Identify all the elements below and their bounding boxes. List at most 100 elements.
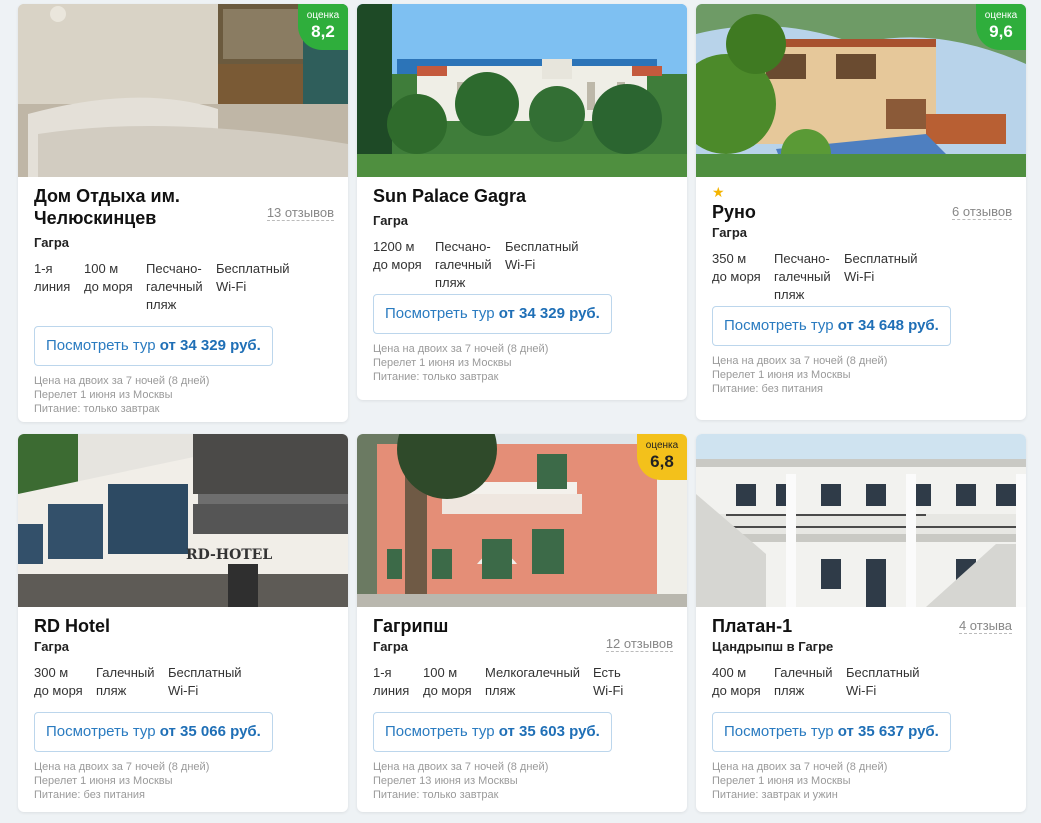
view-tour-button[interactable]: Посмотреть тур от 34 329 руб. — [34, 326, 273, 366]
feature-item: Бесплатный Wi-Fi — [168, 665, 242, 698]
hotel-card[interactable]: Sun Palace Gagra Гагра 1200 м до моря Пе… — [357, 4, 687, 400]
note-line: Цена на двоих за 7 ночей (8 дней) — [373, 761, 549, 773]
view-tour-button[interactable]: Посмотреть тур от 35 066 руб. — [34, 712, 273, 752]
feature-item: 100 м до моря — [423, 665, 472, 698]
view-tour-button[interactable]: Посмотреть тур от 34 329 руб. — [373, 294, 612, 334]
star-icon: ★ — [712, 184, 725, 200]
hotel-name[interactable]: Гагрипш — [373, 615, 588, 637]
feature-item: 1-я линия — [373, 665, 410, 698]
feature-item: Бесплатный Wi-Fi — [846, 665, 920, 698]
view-tour-button[interactable]: Посмотреть тур от 34 648 руб. — [712, 306, 951, 346]
rating-badge: оценка 8,2 — [298, 4, 348, 50]
hotel-card[interactable]: RD-HOTEL RD Hotel Гагра 300 м до моря Га… — [18, 434, 348, 812]
view-tour-label: Посмотреть тур — [385, 723, 495, 740]
rating-badge: оценка 6,8 — [637, 434, 687, 480]
hotel-city: Гагра — [712, 225, 748, 240]
feature-list: 300 м до моря Галечный пляж Бесплатный W… — [34, 664, 334, 700]
note-line: Перелет 1 июня из Москвы — [712, 775, 851, 787]
view-tour-button[interactable]: Посмотреть тур от 35 603 руб. — [373, 712, 612, 752]
feature-item: 400 м до моря — [712, 665, 761, 698]
feature-item: Мелкогалечный пляж — [485, 665, 581, 698]
tour-notes: Цена на двоих за 7 ночей (8 дней) Переле… — [373, 342, 673, 384]
note-line: Цена на двоих за 7 ночей (8 дней) — [34, 761, 210, 773]
feature-item: Есть Wi-Fi — [593, 665, 624, 698]
view-tour-label: Посмотреть тур — [46, 723, 156, 740]
feature-list: 1-я линия 100 м до моря Мелкогалечный пл… — [373, 664, 673, 700]
note-line: Цена на двоих за 7 ночей (8 дней) — [34, 375, 210, 387]
hotel-city: Цандрыпш в Гагре — [712, 639, 834, 654]
note-line: Перелет 1 июня из Москвы — [34, 775, 173, 787]
view-tour-label: Посмотреть тур — [385, 305, 495, 322]
note-line: Питание: только завтрак — [34, 403, 160, 415]
reviews-link[interactable]: 6 отзывов — [952, 204, 1012, 220]
tour-notes: Цена на двоих за 7 ночей (8 дней) Переле… — [712, 760, 1012, 802]
note-line: Питание: без питания — [712, 383, 823, 395]
tour-price: от 35 066 руб. — [159, 723, 261, 740]
hotel-card[interactable]: Платан-1 4 отзыва Цандрыпш в Гагре 400 м… — [696, 434, 1026, 812]
rating-label: оценка — [306, 10, 340, 21]
feature-list: 400 м до моря Галечный пляж Бесплатный W… — [712, 664, 1012, 700]
reviews-link[interactable]: 12 отзывов — [605, 636, 673, 652]
rating-label: оценка — [645, 440, 679, 451]
tour-notes: Цена на двоих за 7 ночей (8 дней) Переле… — [373, 760, 673, 802]
note-line: Питание: без питания — [34, 789, 145, 801]
hotel-card[interactable]: оценка 6,8 Гагрипш 12 отзывов Гагра 1-я … — [357, 434, 687, 812]
reviews-link[interactable]: 13 отзывов — [266, 205, 334, 221]
note-line: Питание: завтрак и ужин — [712, 789, 838, 801]
feature-item: Песчано-галечный пляж — [146, 261, 203, 312]
note-line: Питание: только завтрак — [373, 371, 499, 383]
note-line: Питание: только завтрак — [373, 789, 499, 801]
tour-price: от 35 603 руб. — [498, 723, 600, 740]
tour-price: от 35 637 руб. — [837, 723, 939, 740]
note-line: Перелет 1 июня из Москвы — [712, 369, 851, 381]
hotel-name[interactable]: Sun Palace Gagra — [373, 185, 588, 207]
rating-value: 9,6 — [989, 22, 1013, 41]
view-tour-label: Посмотреть тур — [724, 723, 834, 740]
hotel-name[interactable]: Руно — [712, 201, 927, 223]
rating-value: 8,2 — [311, 22, 335, 41]
hotel-card[interactable]: оценка 8,2 Дом Отдыха им. Челюскинцев 13… — [18, 4, 348, 422]
tour-notes: Цена на двоих за 7 ночей (8 дней) Переле… — [34, 760, 334, 802]
note-line: Цена на двоих за 7 ночей (8 дней) — [712, 761, 888, 773]
tour-notes: Цена на двоих за 7 ночей (8 дней) Переле… — [712, 354, 1012, 396]
feature-list: 1-я линия 100 м до моря Песчано-галечный… — [34, 260, 334, 314]
reviews-link[interactable]: 4 отзыва — [958, 618, 1012, 634]
note-line: Цена на двоих за 7 ночей (8 дней) — [712, 355, 888, 367]
hotel-city: Гагра — [373, 213, 409, 228]
feature-item: 350 м до моря — [712, 251, 761, 284]
rating-label: оценка — [984, 10, 1018, 21]
feature-item: Бесплатный Wi-Fi — [505, 239, 579, 272]
feature-item: 1-я линия — [34, 261, 71, 294]
hotel-photo[interactable]: RD-HOTEL — [18, 434, 348, 607]
hotel-photo[interactable] — [696, 434, 1026, 607]
hotel-photo[interactable] — [357, 4, 687, 177]
note-line: Цена на двоих за 7 ночей (8 дней) — [373, 343, 549, 355]
tour-price: от 34 329 руб. — [498, 305, 600, 322]
feature-list: 350 м до моря Песчано-галечный пляж Бесп… — [712, 250, 1012, 304]
note-line: Перелет 13 июня из Москвы — [373, 775, 518, 787]
hotel-name[interactable]: Платан-1 — [712, 615, 927, 637]
view-tour-button[interactable]: Посмотреть тур от 35 637 руб. — [712, 712, 951, 752]
view-tour-label: Посмотреть тур — [724, 317, 834, 334]
feature-item: 300 м до моря — [34, 665, 83, 698]
feature-item: 1200 м до моря — [373, 239, 422, 272]
hotel-name[interactable]: RD Hotel — [34, 615, 249, 637]
hotel-city: Гагра — [34, 235, 70, 250]
note-line: Перелет 1 июня из Москвы — [34, 389, 173, 401]
feature-item: Песчано-галечный пляж — [435, 239, 492, 290]
feature-item: Галечный пляж — [774, 665, 833, 698]
tour-price: от 34 648 руб. — [837, 317, 939, 334]
note-line: Перелет 1 июня из Москвы — [373, 357, 512, 369]
hotel-card[interactable]: оценка 9,6 ★ Руно 6 отзывов Гагра 350 м … — [696, 4, 1026, 420]
rating-badge: оценка 9,6 — [976, 4, 1026, 50]
feature-list: 1200 м до моря Песчано-галечный пляж Бес… — [373, 238, 673, 292]
feature-item: Бесплатный Wi-Fi — [216, 261, 290, 294]
tour-price: от 34 329 руб. — [159, 337, 261, 354]
view-tour-label: Посмотреть тур — [46, 337, 156, 354]
feature-item: 100 м до моря — [84, 261, 133, 294]
hotel-name[interactable]: Дом Отдыха им. Челюскинцев — [34, 185, 249, 229]
tour-notes: Цена на двоих за 7 ночей (8 дней) Переле… — [34, 374, 334, 416]
feature-item: Песчано-галечный пляж — [774, 251, 831, 302]
svg-text:RD-HOTEL: RD-HOTEL — [186, 547, 272, 563]
feature-item: Бесплатный Wi-Fi — [844, 251, 918, 284]
